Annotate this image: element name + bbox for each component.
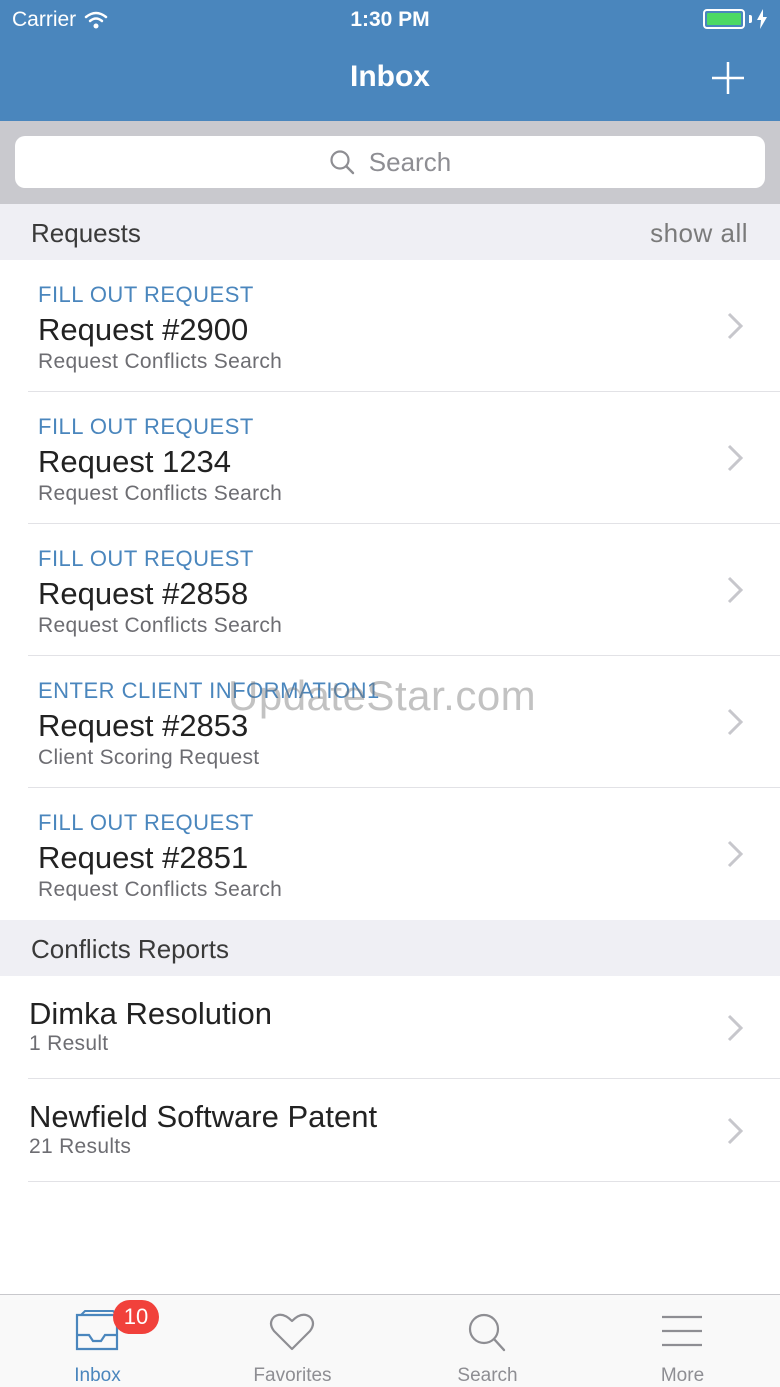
tab-search[interactable]: Search [390,1295,585,1387]
tab-bar: 10 Inbox Favorites Search More [0,1294,780,1387]
reports-section-title: Conflicts Reports [31,934,229,964]
request-kind: FILL OUT REQUEST [38,546,254,571]
search-bar-container: Search [0,121,780,204]
tab-more[interactable]: More [585,1295,780,1387]
request-name: Request #2853 [38,708,249,743]
request-row[interactable]: FILL OUT REQUEST Request 1234 Request Co… [0,392,780,524]
request-subtitle: Request Conflicts Search [38,482,283,505]
tab-search-label: Search [457,1365,518,1386]
search-icon [330,150,354,175]
request-subtitle: Request Conflicts Search [38,614,283,637]
report-row[interactable]: Dimka Resolution 1 Result [0,976,780,1079]
chevron-right-icon [727,312,744,340]
report-name: Dimka Resolution [29,996,272,1031]
battery-icon [703,9,768,29]
status-bar: Carrier 1:30 PM [0,0,780,40]
add-button[interactable] [710,60,746,96]
request-name: Request 1234 [38,444,232,479]
request-kind: FILL OUT REQUEST [38,810,254,835]
request-subtitle: Client Scoring Request [38,746,260,769]
chevron-right-icon [727,444,744,472]
request-name: Request #2900 [38,312,249,347]
request-subtitle: Request Conflicts Search [38,350,283,373]
request-name: Request #2858 [38,576,249,611]
menu-icon [662,1315,702,1347]
tab-inbox-label: Inbox [74,1365,121,1386]
show-all-button[interactable]: show all [650,218,748,249]
search-input[interactable]: Search [15,136,765,188]
request-name: Request #2851 [38,840,249,875]
requests-section-header: Requests show all [0,204,780,260]
tab-favorites[interactable]: Favorites [195,1295,390,1387]
chevron-right-icon [727,708,744,736]
heart-icon [269,1313,315,1351]
chevron-right-icon [727,576,744,604]
tab-favorites-label: Favorites [253,1365,332,1386]
chevron-right-icon [727,840,744,868]
tab-inbox[interactable]: 10 Inbox [0,1295,195,1387]
tab-more-label: More [660,1365,705,1386]
report-row[interactable]: Newfield Software Patent 21 Results [0,1079,780,1182]
chevron-right-icon [727,1014,744,1042]
charging-bolt-icon [757,9,767,29]
request-row[interactable]: ENTER CLIENT INFORMATION1 Request #2853 … [0,656,780,788]
report-result-count: 21 Results [29,1135,132,1158]
status-time: 1:30 PM [350,8,430,31]
requests-section-title: Requests [31,218,141,248]
request-kind: ENTER CLIENT INFORMATION1 [38,678,380,703]
search-icon [468,1313,506,1352]
page-title: Inbox [350,60,430,93]
report-result-count: 1 Result [29,1032,109,1055]
inbox-badge: 10 [113,1300,159,1334]
report-name: Newfield Software Patent [29,1099,378,1134]
request-subtitle: Request Conflicts Search [38,878,283,901]
request-row[interactable]: FILL OUT REQUEST Request #2858 Request C… [0,524,780,656]
reports-section-header: Conflicts Reports [0,920,780,976]
chevron-right-icon [727,1117,744,1145]
request-row[interactable]: FILL OUT REQUEST Request #2851 Request C… [0,788,780,920]
search-placeholder: Search [368,146,452,177]
request-kind: FILL OUT REQUEST [38,282,254,307]
request-row[interactable]: FILL OUT REQUEST Request #2900 Request C… [0,260,780,392]
request-kind: FILL OUT REQUEST [38,414,254,439]
navigation-bar: Carrier 1:30 PM Inbox [0,0,780,121]
